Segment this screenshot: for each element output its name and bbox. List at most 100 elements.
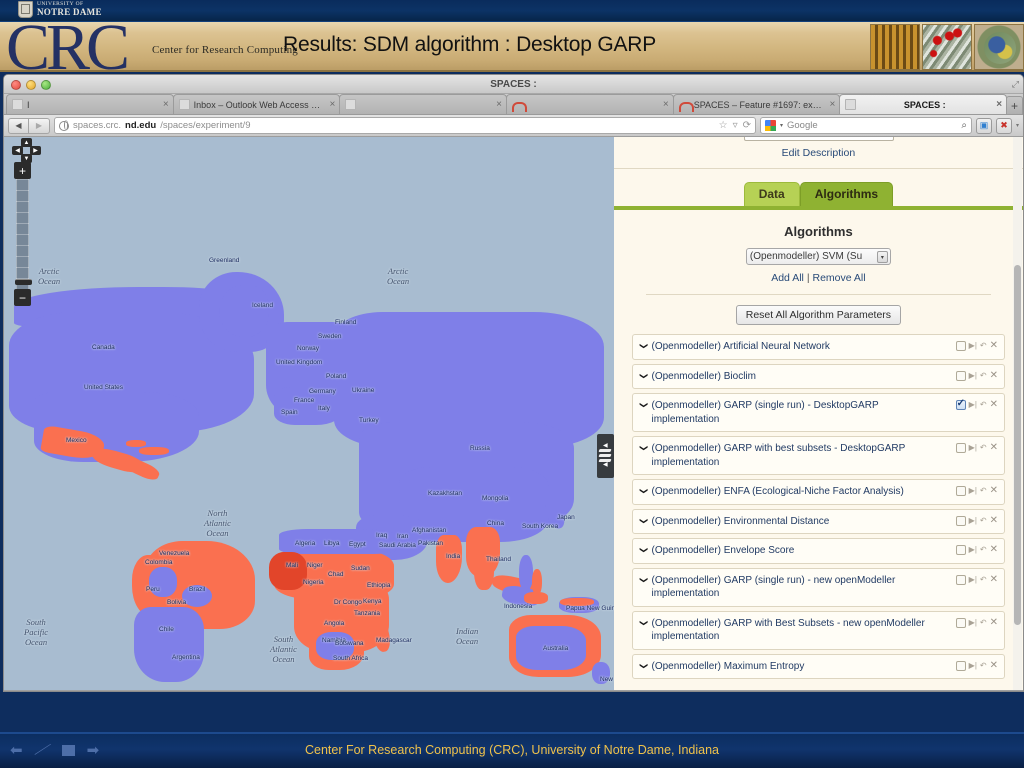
tab-close-icon[interactable]: × xyxy=(160,99,169,110)
algorithm-checkbox[interactable] xyxy=(955,398,966,410)
revert-icon[interactable]: ↶ xyxy=(980,443,987,453)
browser-tab-6-active[interactable]: SPACES : × xyxy=(839,94,1008,114)
new-tab-button[interactable]: + xyxy=(1006,96,1023,114)
chevron-down-icon[interactable]: ❯ xyxy=(637,402,649,409)
zoom-window-button[interactable] xyxy=(41,80,51,90)
revert-icon[interactable]: ↶ xyxy=(980,575,987,585)
chevron-down-icon[interactable]: ❯ xyxy=(637,517,649,524)
extension-icon-red[interactable]: ✖ xyxy=(995,117,1012,134)
revert-icon[interactable]: ↶ xyxy=(980,341,987,351)
browser-tab-4[interactable]: × xyxy=(506,94,674,114)
algorithm-select[interactable]: (Openmodeller) SVM (Su ▾ xyxy=(745,248,891,265)
algorithm-checkbox[interactable] xyxy=(955,370,966,381)
algorithm-row[interactable]: ❯ (Openmodeller) Artificial Neural Networ… xyxy=(631,334,1005,360)
map-zoom-slider-thumb[interactable] xyxy=(15,279,32,285)
algorithm-row[interactable]: ❯ (Openmodeller) Environmental Distance ▶|… xyxy=(631,508,1005,534)
chevron-down-icon[interactable]: ❯ xyxy=(637,343,649,350)
chevron-down-icon[interactable]: ❯ xyxy=(637,576,649,583)
run-icon[interactable]: ▶| xyxy=(969,400,977,410)
reset-all-algorithm-parameters-button[interactable]: Reset All Algorithm Parameters xyxy=(735,305,902,325)
run-icon[interactable]: ▶| xyxy=(969,545,977,555)
close-icon[interactable]: ✕ xyxy=(990,660,998,671)
star-icon[interactable]: ☆ xyxy=(719,120,728,131)
address-bar[interactable]: spaces.crc. nd.edu/spaces/experiment/9 ☆ … xyxy=(54,117,756,134)
run-icon[interactable]: ▶| xyxy=(969,516,977,526)
algorithm-checkbox[interactable] xyxy=(955,617,966,628)
close-icon[interactable]: ✕ xyxy=(990,341,998,351)
close-icon[interactable]: ✕ xyxy=(990,515,998,526)
extension-icon-blue[interactable]: ▣ xyxy=(975,117,992,134)
run-icon[interactable]: ▶| xyxy=(969,371,977,381)
close-icon[interactable]: ✕ xyxy=(990,574,998,585)
browser-tab-2[interactable]: Inbox – Outlook Web Access Li… × xyxy=(172,94,341,114)
description-textarea[interactable] xyxy=(743,137,894,141)
algorithm-row[interactable]: ❯ (Openmodeller) GARP with Best Subsets -… xyxy=(631,610,1005,650)
algorithm-checkbox[interactable] xyxy=(955,515,966,526)
search-input[interactable]: ▾ Google ⌕ xyxy=(759,117,972,134)
algorithm-checkbox[interactable] xyxy=(955,486,966,496)
algorithm-checkbox[interactable] xyxy=(955,341,966,351)
chevron-down-icon[interactable]: ❯ xyxy=(637,547,649,554)
window-traffic-lights[interactable] xyxy=(11,80,51,90)
close-icon[interactable]: ✕ xyxy=(990,443,998,453)
tab-algorithms[interactable]: Algorithms xyxy=(799,182,894,206)
algorithm-row[interactable]: ❯ (Openmodeller) Envelope Score ▶| ↶ ✕ xyxy=(631,538,1005,564)
close-icon[interactable]: ✕ xyxy=(990,617,998,628)
revert-icon[interactable]: ↶ xyxy=(980,661,987,671)
algorithm-row[interactable]: ❯ (Openmodeller) GARP with best subsets -… xyxy=(631,436,1005,475)
algorithm-checkbox[interactable] xyxy=(955,443,966,453)
resize-grip-icon[interactable]: ⤢ xyxy=(1012,79,1019,90)
chevron-down-icon[interactable]: ❯ xyxy=(637,662,649,669)
algorithm-row[interactable]: ❯ (Openmodeller) GARP (single run) - new … xyxy=(631,567,1005,607)
run-icon[interactable]: ▶| xyxy=(969,341,977,351)
revert-icon[interactable]: ↶ xyxy=(980,545,987,555)
close-icon[interactable]: ✕ xyxy=(990,545,998,555)
revert-icon[interactable]: ↶ xyxy=(980,371,987,381)
algorithm-checkbox[interactable] xyxy=(955,574,966,585)
tab-close-icon[interactable]: × xyxy=(993,99,1002,110)
revert-icon[interactable]: ↶ xyxy=(980,400,987,410)
close-icon[interactable]: ✕ xyxy=(990,486,998,496)
revert-icon[interactable]: ↶ xyxy=(980,618,987,628)
minimize-window-button[interactable] xyxy=(26,80,36,90)
tab-close-icon[interactable]: × xyxy=(493,99,502,110)
map-zoom-control[interactable]: + − xyxy=(14,162,32,306)
toolbar-overflow-icon[interactable]: ▾ xyxy=(1016,122,1019,129)
run-icon[interactable]: ▶| xyxy=(969,661,977,671)
browser-tab-3[interactable]: × xyxy=(339,94,508,114)
tab-close-icon[interactable]: × xyxy=(827,99,836,110)
panel-scrollbar[interactable] xyxy=(1013,137,1022,690)
remove-all-link[interactable]: Remove All xyxy=(812,272,865,284)
browser-tab-5[interactable]: SPACES – Feature #1697: experi… × xyxy=(672,94,841,114)
chevron-down-icon[interactable]: ❯ xyxy=(637,372,649,379)
chevron-down-icon[interactable]: ▿ xyxy=(733,120,738,131)
window-titlebar[interactable]: SPACES : ⤢ xyxy=(4,75,1023,94)
add-all-link[interactable]: Add All xyxy=(771,272,804,284)
tab-close-icon[interactable]: × xyxy=(660,99,669,110)
forward-button[interactable]: ▶ xyxy=(29,117,50,134)
reload-icon[interactable]: ⟳ xyxy=(743,120,751,131)
algorithm-row[interactable]: ❯ (Openmodeller) Bioclim ▶| ↶ ✕ xyxy=(631,363,1005,389)
chevron-down-icon[interactable]: ❯ xyxy=(637,619,649,626)
magnifier-icon[interactable]: ⌕ xyxy=(961,120,967,131)
algorithm-checkbox[interactable] xyxy=(955,545,966,555)
chevron-down-icon[interactable]: ▾ xyxy=(876,251,888,263)
close-window-button[interactable] xyxy=(11,80,21,90)
back-button[interactable]: ◀ xyxy=(8,117,29,134)
pan-right-button[interactable]: ▶ xyxy=(30,146,41,155)
algorithm-row[interactable]: ❯ (Openmodeller) GARP (single run) - Desk… xyxy=(631,393,1005,432)
tab-data[interactable]: Data xyxy=(743,182,800,206)
algorithm-row[interactable]: ❯ (Openmodeller) Maximum Entropy ▶| ↶ ✕ xyxy=(631,653,1005,679)
run-icon[interactable]: ▶| xyxy=(969,618,977,628)
browser-tab-1[interactable]: I × xyxy=(6,94,174,114)
close-icon[interactable]: ✕ xyxy=(990,370,998,381)
panel-scrollbar-thumb[interactable] xyxy=(1014,265,1021,625)
revert-icon[interactable]: ↶ xyxy=(980,486,987,496)
close-icon[interactable]: ✕ xyxy=(990,400,998,410)
algorithm-checkbox[interactable] xyxy=(955,660,966,671)
distribution-map[interactable]: Greenland Iceland Canada United States Mexic… xyxy=(4,137,614,690)
map-layers-button[interactable]: ◀ ◀ xyxy=(596,434,614,478)
algorithm-row[interactable]: ❯ (Openmodeller) ENFA (Ecological-Niche F… xyxy=(631,479,1005,505)
revert-icon[interactable]: ↶ xyxy=(980,516,987,526)
chevron-down-icon[interactable]: ❯ xyxy=(637,488,649,495)
